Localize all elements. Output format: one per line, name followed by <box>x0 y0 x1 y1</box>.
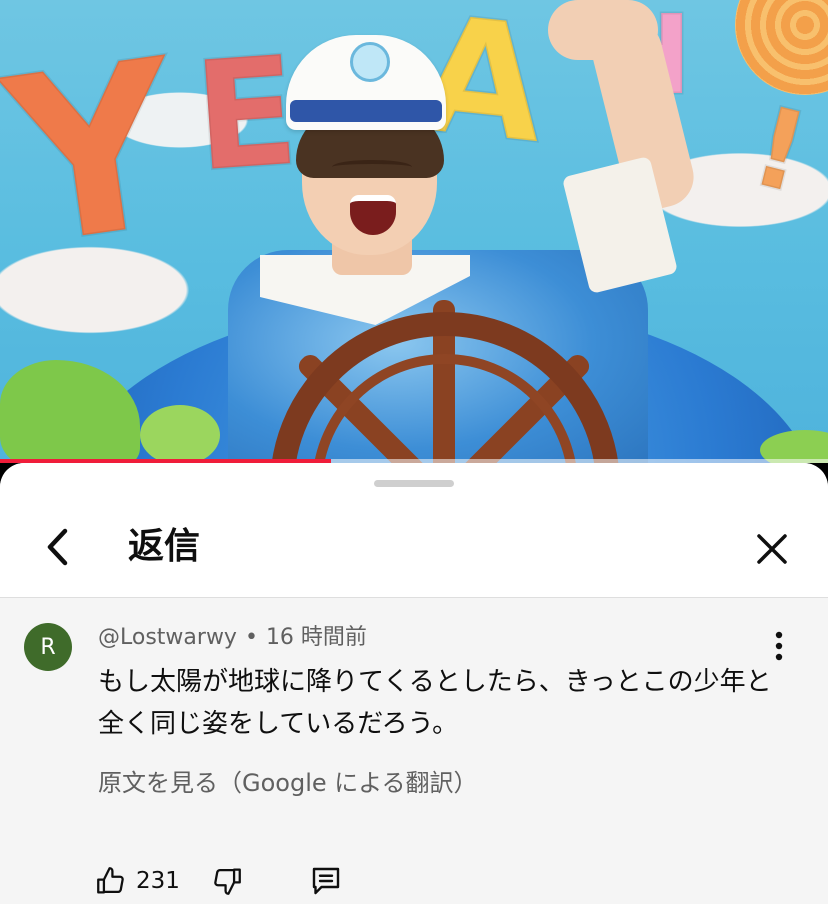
waving-hand <box>548 0 658 60</box>
drag-handle[interactable] <box>374 480 454 487</box>
back-button[interactable] <box>36 525 80 569</box>
comment-meta: @Lostwarwy • 16 時間前 <box>98 623 367 653</box>
more-vertical-icon <box>775 631 783 661</box>
hat-badge <box>350 42 390 82</box>
comment-actions: 231 <box>94 861 344 901</box>
comment-time: 16 時間前 <box>265 625 367 650</box>
replies-sheet: 返信 R @Lostwarwy • 16 時間前 もし太陽が地球に降りてくるとしたら… <box>0 463 828 904</box>
dislike-button[interactable] <box>210 864 244 898</box>
close-button[interactable] <box>748 525 796 573</box>
more-options-button[interactable] <box>762 629 796 663</box>
avatar-letter: R <box>40 634 56 660</box>
video-player[interactable]: Y E A H ! <box>0 0 828 463</box>
thumbs-down-icon <box>214 868 241 895</box>
comment-author[interactable]: @Lostwarwy <box>98 625 237 650</box>
see-original-link[interactable]: 原文を見る（Google による翻訳） <box>98 765 478 801</box>
sheet-header: 返信 <box>0 463 828 598</box>
land-shape <box>140 405 220 463</box>
hat-band <box>290 100 442 122</box>
thumbs-up-icon <box>97 867 124 894</box>
land-shape <box>0 360 140 463</box>
backdrop-exclamation: ! <box>739 80 822 219</box>
chevron-left-icon <box>47 528 68 566</box>
sun-decoration <box>735 0 828 95</box>
comment-text: もし太陽が地球に降りてくるとしたら、きっとこの少年と全く同じ姿をしているだろう。 <box>98 667 772 739</box>
eyes <box>332 160 412 174</box>
backdrop-letter-y: Y <box>0 9 196 300</box>
like-count: 231 <box>136 868 180 894</box>
reply-button[interactable] <box>308 863 344 899</box>
close-icon <box>757 534 787 564</box>
comment-icon <box>312 867 340 895</box>
sheet-title: 返信 <box>128 526 201 567</box>
meta-separator: • <box>244 625 258 650</box>
like-button[interactable]: 231 <box>94 864 180 898</box>
avatar[interactable]: R <box>24 623 72 671</box>
